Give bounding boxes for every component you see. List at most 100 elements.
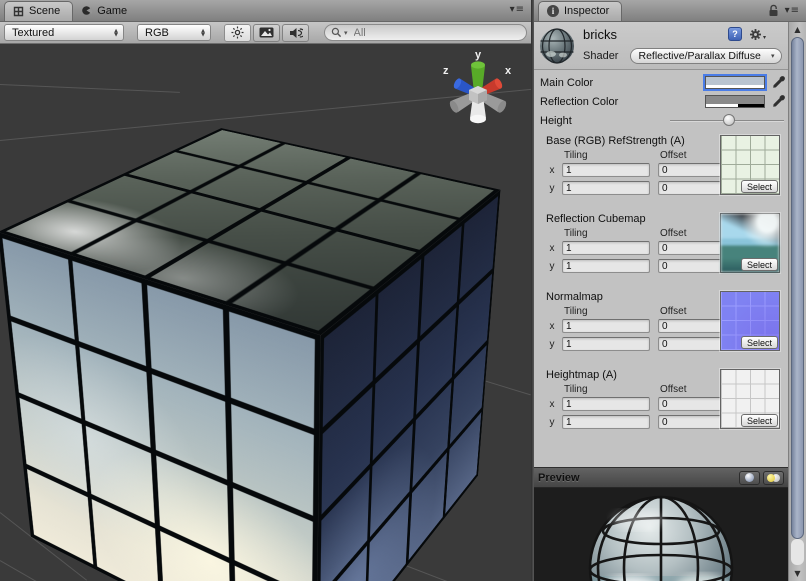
shader-dropdown[interactable]: Reflective/Parallax Diffuse ▾ xyxy=(630,48,782,64)
normalmap-tiling-y-input[interactable] xyxy=(562,337,650,351)
tab-scene[interactable]: Scene xyxy=(4,1,73,21)
scrollbar-thumb[interactable] xyxy=(791,37,804,539)
scene-grid-icon xyxy=(13,6,24,17)
scene-search-input[interactable] xyxy=(352,26,518,40)
cubemap-tiling-y-input[interactable] xyxy=(562,259,650,273)
tab-game[interactable]: Game xyxy=(73,1,139,21)
base-select-button[interactable]: Select xyxy=(741,180,778,193)
scene-tabbar: Scene Game ▾≡ xyxy=(0,0,531,22)
inspector-pane-menu-icon[interactable]: ▾≡ xyxy=(785,5,800,16)
tab-inspector[interactable]: i Inspector xyxy=(538,1,622,21)
unity-editor-window: Scene Game ▾≡ Textured ▲▼ RGB ▲▼ xyxy=(0,0,806,581)
channel-dropdown[interactable]: RGB ▲▼ xyxy=(137,24,211,41)
light-dot-icon xyxy=(767,474,775,482)
y-axis-label: y xyxy=(546,339,562,350)
inspector-scrollbar[interactable]: ▲ ▼ xyxy=(788,22,806,581)
audio-toggle-button[interactable] xyxy=(282,24,309,42)
scene-toolbar: Textured ▲▼ RGB ▲▼ ▾ xyxy=(0,22,531,44)
tab-game-label: Game xyxy=(97,5,127,17)
grid-line xyxy=(0,84,180,93)
scene-pane: Scene Game ▾≡ Textured ▲▼ RGB ▲▼ xyxy=(0,0,531,581)
reflection-color-eyedropper-icon[interactable] xyxy=(772,95,785,108)
x-axis-label: x xyxy=(546,399,562,410)
lock-icon[interactable] xyxy=(768,4,779,17)
gizmo-z-label: z xyxy=(443,65,449,77)
material-preview-area[interactable] xyxy=(534,488,788,581)
normalmap-texture-thumbnail[interactable]: Select xyxy=(720,291,780,351)
base-tiling-y-input[interactable] xyxy=(562,181,650,195)
tiling-header: Tiling xyxy=(562,150,650,161)
dropdown-caret-icon: ▾ xyxy=(771,52,775,60)
render-mode-dropdown[interactable]: Textured ▲▼ xyxy=(4,24,124,41)
grid-line xyxy=(0,560,61,581)
preview-shape-button[interactable] xyxy=(739,471,760,485)
scrollbar-down-button[interactable]: ▼ xyxy=(789,569,806,578)
gear-icon xyxy=(749,28,762,41)
reflection-color-swatch[interactable] xyxy=(705,95,765,108)
height-label: Height xyxy=(540,115,670,127)
gizmo-x-label: x xyxy=(505,65,512,77)
image-icon xyxy=(259,27,274,38)
texture-section-heightmap: Heightmap (A) TilingOffset x y Select xyxy=(540,366,785,431)
settings-gear-button[interactable]: ▾ xyxy=(749,28,766,41)
x-axis-label: x xyxy=(546,165,562,176)
material-properties: Main Color Reflection Color Height xyxy=(534,70,788,431)
sun-icon xyxy=(231,26,244,39)
preview-bar[interactable]: Preview xyxy=(534,467,788,488)
search-scope-caret-icon[interactable]: ▾ xyxy=(344,29,348,37)
texture-section-cubemap: Reflection Cubemap TilingOffset x y Sele… xyxy=(540,210,785,275)
cubemap-texture-thumbnail[interactable]: Select xyxy=(720,213,780,273)
material-header: bricks Shader Reflective/Parallax Diffus… xyxy=(534,22,788,70)
preview-lighting-button[interactable] xyxy=(763,471,784,485)
orientation-gizmo[interactable]: y x z xyxy=(431,48,525,130)
texture-section-base: Base (RGB) RefStrength (A) TilingOffset … xyxy=(540,132,785,197)
help-button[interactable]: ? xyxy=(728,27,742,41)
heightmap-texture-thumbnail[interactable]: Select xyxy=(720,369,780,429)
inspector-pane: i Inspector ▾≡ bricks xyxy=(534,0,806,581)
heightmap-tiling-y-input[interactable] xyxy=(562,415,650,429)
effects-toggle-button[interactable] xyxy=(253,24,280,42)
normalmap-tiling-x-input[interactable] xyxy=(562,319,650,333)
preview-sphere xyxy=(534,488,788,581)
scene-pane-menu-icon[interactable]: ▾≡ xyxy=(510,4,525,15)
lighting-toggle-button[interactable] xyxy=(224,24,251,42)
x-axis-label: x xyxy=(546,321,562,332)
base-texture-thumbnail[interactable]: Select xyxy=(720,135,780,195)
base-tiling-x-input[interactable] xyxy=(562,163,650,177)
spinner-icon: ▲▼ xyxy=(201,29,205,37)
main-color-eyedropper-icon[interactable] xyxy=(772,76,785,89)
inspector-tabbar: i Inspector ▾≡ xyxy=(534,0,806,22)
tiling-header: Tiling xyxy=(562,384,650,395)
scene-cube[interactable] xyxy=(123,174,423,566)
scene-search-field[interactable]: ▾ xyxy=(324,24,527,41)
texture-section-normalmap: Normalmap TilingOffset x y Select xyxy=(540,288,785,353)
info-icon: i xyxy=(547,5,559,17)
main-color-alpha-bar xyxy=(706,85,764,88)
reflection-color-label: Reflection Color xyxy=(540,96,705,108)
heightmap-tiling-x-input[interactable] xyxy=(562,397,650,411)
reflection-color-alpha-bar xyxy=(706,104,764,107)
height-slider[interactable] xyxy=(670,113,784,128)
shader-value: Reflective/Parallax Diffuse xyxy=(638,50,760,62)
height-slider-thumb[interactable] xyxy=(723,114,735,126)
scrollbar-up-button[interactable]: ▲ xyxy=(789,25,806,34)
search-icon xyxy=(331,27,342,38)
sphere-icon xyxy=(745,473,754,482)
cubemap-tiling-x-input[interactable] xyxy=(562,241,650,255)
cubemap-select-button[interactable]: Select xyxy=(741,258,778,271)
channel-value: RGB xyxy=(145,27,169,39)
main-color-swatch[interactable] xyxy=(705,76,765,89)
scrollbar-track[interactable] xyxy=(791,539,804,565)
main-color-label: Main Color xyxy=(540,77,705,89)
tiling-header: Tiling xyxy=(562,228,650,239)
tab-inspector-label: Inspector xyxy=(564,5,609,17)
tab-scene-label: Scene xyxy=(29,5,60,17)
spinner-icon: ▲▼ xyxy=(114,29,118,37)
tiling-header: Tiling xyxy=(562,306,650,317)
material-preview-icon xyxy=(538,26,576,66)
scene-viewport[interactable]: y x z xyxy=(0,44,531,581)
x-axis-label: x xyxy=(546,243,562,254)
y-axis-label: y xyxy=(546,417,562,428)
heightmap-select-button[interactable]: Select xyxy=(741,414,778,427)
normalmap-select-button[interactable]: Select xyxy=(741,336,778,349)
